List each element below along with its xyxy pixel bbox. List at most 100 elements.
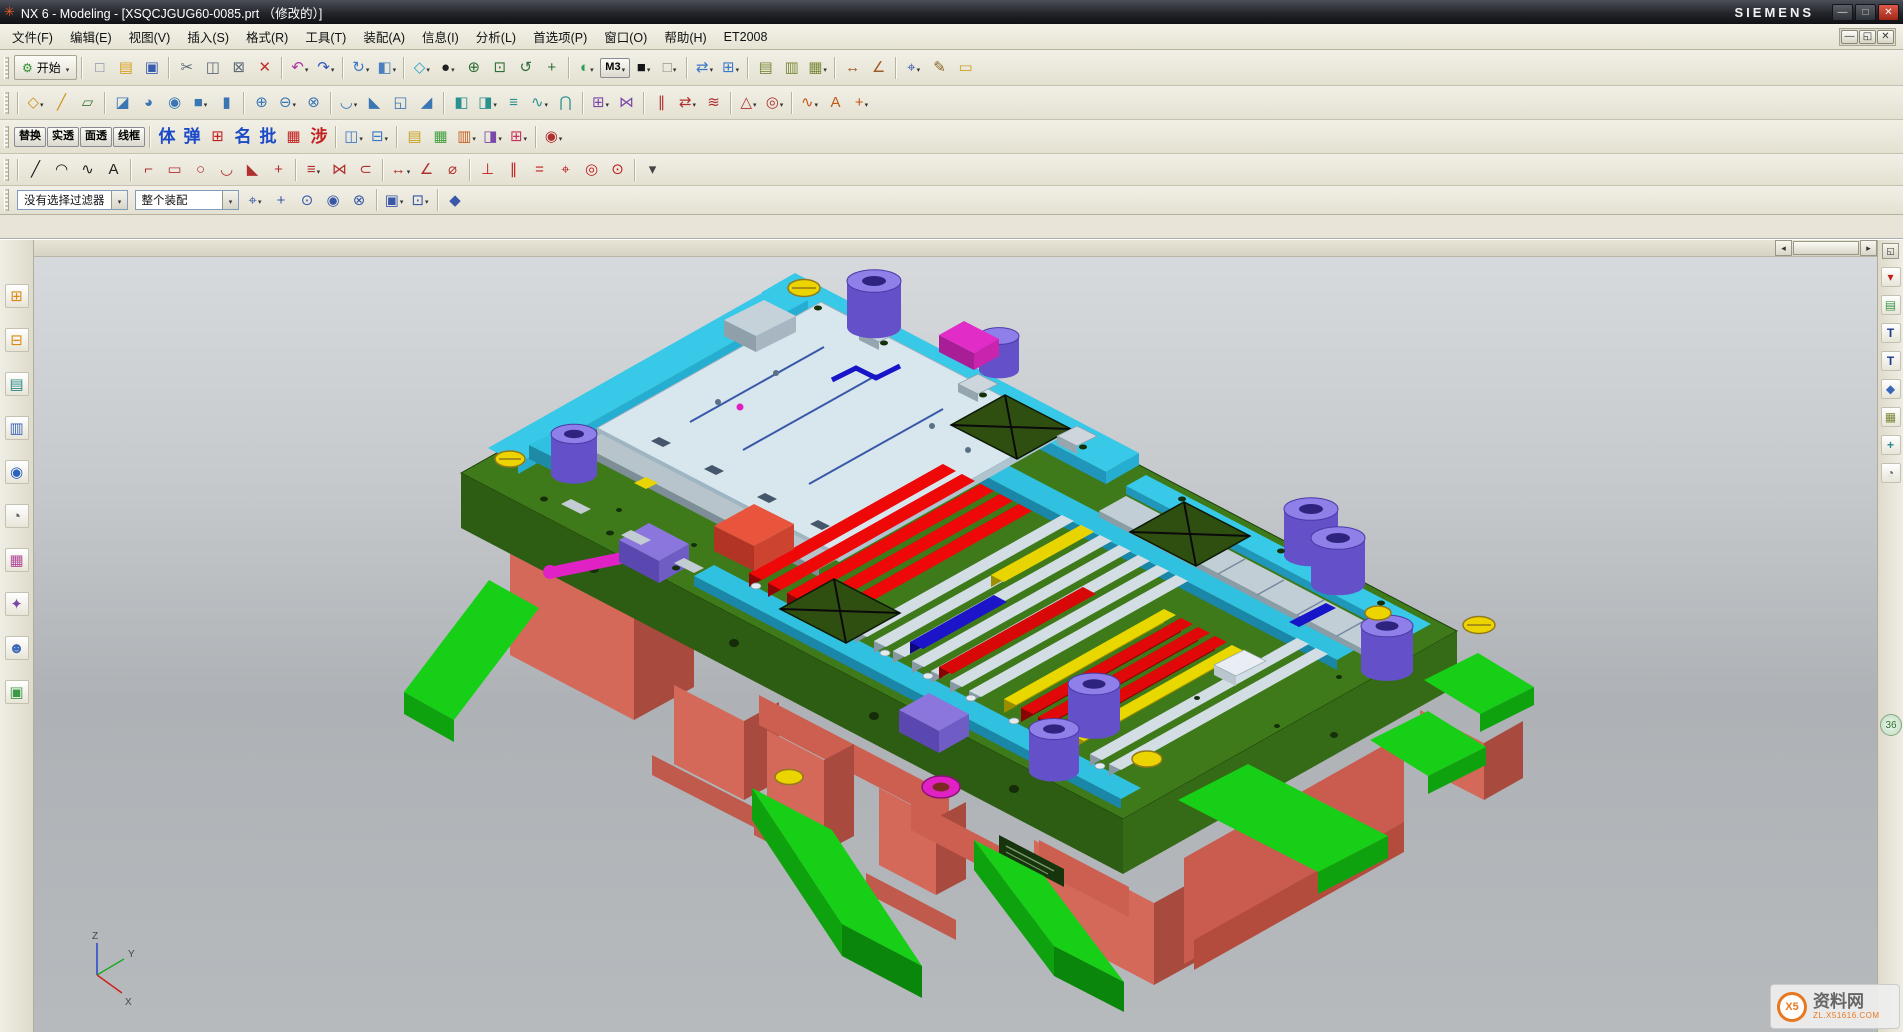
start-button[interactable]: ⚙ 开始 xyxy=(14,55,77,80)
count-badge[interactable]: 36 xyxy=(1880,714,1902,736)
text-icon[interactable]: A xyxy=(823,90,848,115)
menu-information[interactable]: 信息(I) xyxy=(414,24,467,49)
paste-icon[interactable]: ⊠ xyxy=(226,55,251,80)
solid-translucent-button[interactable]: 实透 xyxy=(47,127,79,147)
chamfer-icon[interactable]: ◣ xyxy=(362,90,387,115)
check-clearance-icon[interactable]: ◫ xyxy=(341,124,366,149)
block-icon[interactable]: ■ xyxy=(188,90,213,115)
graphics-window[interactable]: ◂ ▸ xyxy=(34,240,1877,1032)
layer-settings-icon[interactable]: ▥ xyxy=(779,55,804,80)
swept-icon[interactable]: ⋂ xyxy=(553,90,578,115)
mdi-minimize-button[interactable]: — xyxy=(1841,30,1858,44)
show-hide-icon[interactable]: ◎ xyxy=(762,90,787,115)
project-curve-icon[interactable]: ⊂ xyxy=(353,157,378,182)
layer-category-icon[interactable]: ▦ xyxy=(805,55,830,80)
snap-point-icon[interactable]: ⌖ xyxy=(901,55,926,80)
color-table-icon[interactable]: ▥ xyxy=(454,124,479,149)
rail-text2-icon[interactable]: T xyxy=(1881,351,1901,371)
spline-icon[interactable]: ∿ xyxy=(75,157,100,182)
select-region-icon[interactable]: ▣ xyxy=(382,188,407,213)
datum-axis-icon[interactable]: ╱ xyxy=(49,90,74,115)
profile-icon[interactable]: ⌐ xyxy=(136,157,161,182)
interference-macro-button[interactable]: 涉 xyxy=(307,124,331,149)
subtract-icon[interactable]: ⊖ xyxy=(275,90,300,115)
rail-display-icon[interactable]: ▦ xyxy=(1881,407,1901,427)
rail-nav-icon[interactable]: ◆ xyxy=(1881,379,1901,399)
extrude-icon[interactable]: ◪ xyxy=(110,90,135,115)
rail-alert-icon[interactable]: ▾ xyxy=(1881,267,1901,287)
zoom-icon[interactable]: ⊕ xyxy=(461,55,486,80)
unite-icon[interactable]: ⊕ xyxy=(249,90,274,115)
equal-constraint-icon[interactable]: = xyxy=(527,157,552,182)
datum-plane-icon[interactable]: ◇ xyxy=(23,90,48,115)
menu-view[interactable]: 视图(V) xyxy=(121,24,179,49)
new-file-icon[interactable]: □ xyxy=(87,55,112,80)
fit-view-icon[interactable]: ⊡ xyxy=(487,55,512,80)
section-icon[interactable]: ⊟ xyxy=(367,124,392,149)
shaded-display-icon[interactable]: ● xyxy=(435,55,460,80)
move-component-icon[interactable]: ⇄ xyxy=(675,90,700,115)
point-curve-icon[interactable]: + xyxy=(266,157,291,182)
parallel-constraint-icon[interactable]: ∥ xyxy=(501,157,526,182)
measure-distance-icon[interactable]: ↔ xyxy=(840,55,865,80)
toolbar-grip[interactable] xyxy=(4,189,9,211)
menu-analysis[interactable]: 分析(L) xyxy=(468,24,524,49)
ruler-icon[interactable]: ▭ xyxy=(953,55,978,80)
chamfer-curve-icon[interactable]: ◣ xyxy=(240,157,265,182)
offset-curve-icon[interactable]: ≡ xyxy=(301,157,326,182)
background-color-icon[interactable]: □ xyxy=(657,55,682,80)
view-m3-selector[interactable]: M3 xyxy=(600,58,630,78)
curve-icon[interactable]: ∿ xyxy=(797,90,822,115)
rectangle-icon[interactable]: ▭ xyxy=(162,157,187,182)
menu-file[interactable]: 文件(F) xyxy=(4,24,61,49)
perpendicular-constraint-icon[interactable]: ⊥ xyxy=(475,157,500,182)
center-point-icon[interactable]: ◉ xyxy=(321,188,346,213)
process-studio-icon[interactable]: ✦ xyxy=(5,592,29,616)
copy-icon[interactable]: ◫ xyxy=(200,55,225,80)
intersect-icon[interactable]: ⊗ xyxy=(301,90,326,115)
selection-scope-dropdown-button[interactable] xyxy=(222,191,238,209)
selection-scope-combo[interactable]: 整个装配 xyxy=(135,190,239,210)
wcs-toggle-icon[interactable]: ◆ xyxy=(443,188,468,213)
selection-filter-dropdown-button[interactable] xyxy=(111,191,127,209)
scroll-thumb[interactable] xyxy=(1793,241,1859,255)
snap-point-toggle-icon[interactable]: ⌖ xyxy=(243,188,268,213)
menu-assemblies[interactable]: 装配(A) xyxy=(355,24,413,49)
rail-plus-icon[interactable]: + xyxy=(1881,435,1901,455)
open-file-icon[interactable]: ▤ xyxy=(113,55,138,80)
cylinder-icon[interactable]: ▮ xyxy=(214,90,239,115)
toolbar-grip[interactable] xyxy=(4,126,9,148)
save-icon[interactable]: ▣ xyxy=(139,55,164,80)
redo-icon[interactable]: ↷ xyxy=(313,55,338,80)
menu-insert[interactable]: 插入(S) xyxy=(179,24,237,49)
part-navigator-icon[interactable]: ▤ xyxy=(5,372,29,396)
intersection-point-icon[interactable]: ⊗ xyxy=(347,188,372,213)
arc-icon[interactable]: ◠ xyxy=(49,157,74,182)
pattern-feature-icon[interactable]: ⊞ xyxy=(588,90,613,115)
selection-filter-combo[interactable]: 没有选择过滤器 xyxy=(17,190,128,210)
filter-grid-icon[interactable]: ⊞ xyxy=(506,124,531,149)
angle-dimension-icon[interactable]: ∠ xyxy=(414,157,439,182)
concentric-constraint-icon[interactable]: ◎ xyxy=(579,157,604,182)
annotation-icon[interactable]: ✎ xyxy=(927,55,952,80)
rail-clock-icon[interactable]: ◔ xyxy=(1881,463,1901,483)
rotate-view-icon[interactable]: ↺ xyxy=(513,55,538,80)
pan-view-icon[interactable]: + xyxy=(539,55,564,80)
close-button[interactable]: ✕ xyxy=(1878,4,1899,21)
menu-tools[interactable]: 工具(T) xyxy=(297,24,354,49)
display-mode-icon[interactable]: ▦ xyxy=(428,124,453,149)
mid-point-icon[interactable]: ⊙ xyxy=(295,188,320,213)
mdi-restore-button[interactable]: ◱ xyxy=(1859,30,1876,44)
offset-surface-icon[interactable]: ≡ xyxy=(501,90,526,115)
toolbar-grip[interactable] xyxy=(4,57,9,79)
sketch-icon[interactable]: ▱ xyxy=(75,90,100,115)
pattern-object-icon[interactable]: ⊞ xyxy=(718,55,743,80)
scroll-left-button[interactable]: ◂ xyxy=(1775,240,1792,256)
diameter-dimension-icon[interactable]: ⌀ xyxy=(440,157,465,182)
text-curve-icon[interactable]: A xyxy=(101,157,126,182)
library-grid-icon[interactable]: ▦ xyxy=(281,124,306,149)
menu-help[interactable]: 帮助(H) xyxy=(656,24,714,49)
orient-view-icon[interactable]: ◇ xyxy=(409,55,434,80)
history-icon[interactable]: ◔ xyxy=(5,504,29,528)
batch-macro-button[interactable]: 批 xyxy=(256,124,280,149)
